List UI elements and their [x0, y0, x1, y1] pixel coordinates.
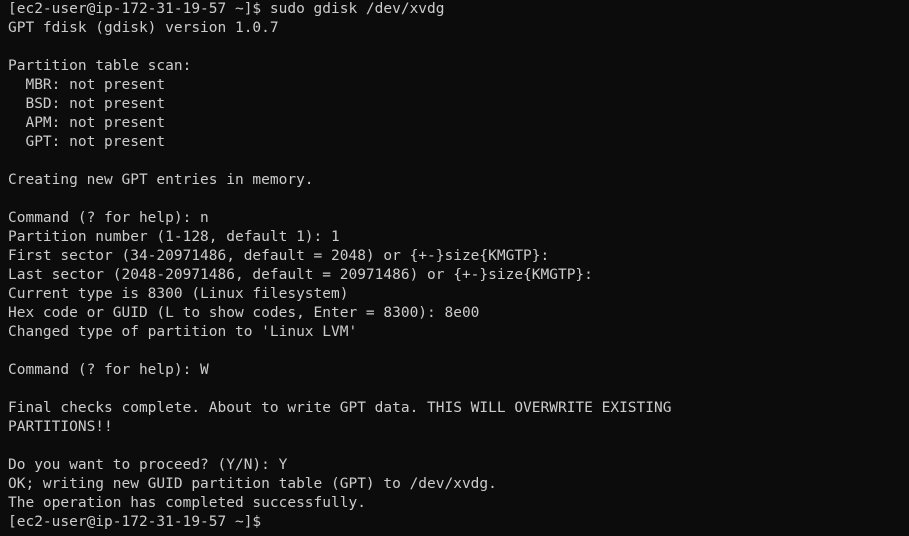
success-line: The operation has completed successfully… — [8, 495, 366, 511]
hex-code-line: Hex code or GUID (L to show codes, Enter… — [8, 305, 480, 321]
bsd-status-line: BSD: not present — [8, 96, 166, 112]
command-new-line: Command (? for help): n — [8, 210, 209, 226]
current-type-line: Current type is 8300 (Linux filesystem) — [8, 286, 349, 302]
proceed-prompt-line: Do you want to proceed? (Y/N): Y — [8, 457, 288, 473]
overwrite-warning-line: PARTITIONS!! — [8, 419, 113, 435]
command-write-line: Command (? for help): W — [8, 362, 209, 378]
creating-entries-line: Creating new GPT entries in memory. — [8, 172, 314, 188]
shell-prompt: [ec2-user@ip-172-31-19-57 ~]$ — [8, 514, 262, 530]
final-checks-line: Final checks complete. About to write GP… — [8, 400, 672, 416]
gpt-status-line: GPT: not present — [8, 134, 166, 150]
partition-number-line: Partition number (1-128, default 1): 1 — [8, 229, 340, 245]
apm-status-line: APM: not present — [8, 115, 166, 131]
terminal-window[interactable]: [ec2-user@ip-172-31-19-57 ~]$ sudo gdisk… — [0, 0, 909, 536]
prompt-command-line: [ec2-user@ip-172-31-19-57 ~]$ sudo gdisk… — [8, 1, 445, 17]
mbr-status-line: MBR: not present — [8, 77, 166, 93]
final-prompt-line[interactable]: [ec2-user@ip-172-31-19-57 ~]$ — [8, 513, 909, 532]
partition-scan-heading: Partition table scan: — [8, 58, 192, 74]
first-sector-line: First sector (34-20971486, default = 204… — [8, 248, 550, 264]
cursor — [261, 513, 269, 529]
version-line: GPT fdisk (gdisk) version 1.0.7 — [8, 20, 279, 36]
writing-table-line: OK; writing new GUID partition table (GP… — [8, 476, 497, 492]
changed-type-line: Changed type of partition to 'Linux LVM' — [8, 324, 358, 340]
last-sector-line: Last sector (2048-20971486, default = 20… — [8, 267, 593, 283]
